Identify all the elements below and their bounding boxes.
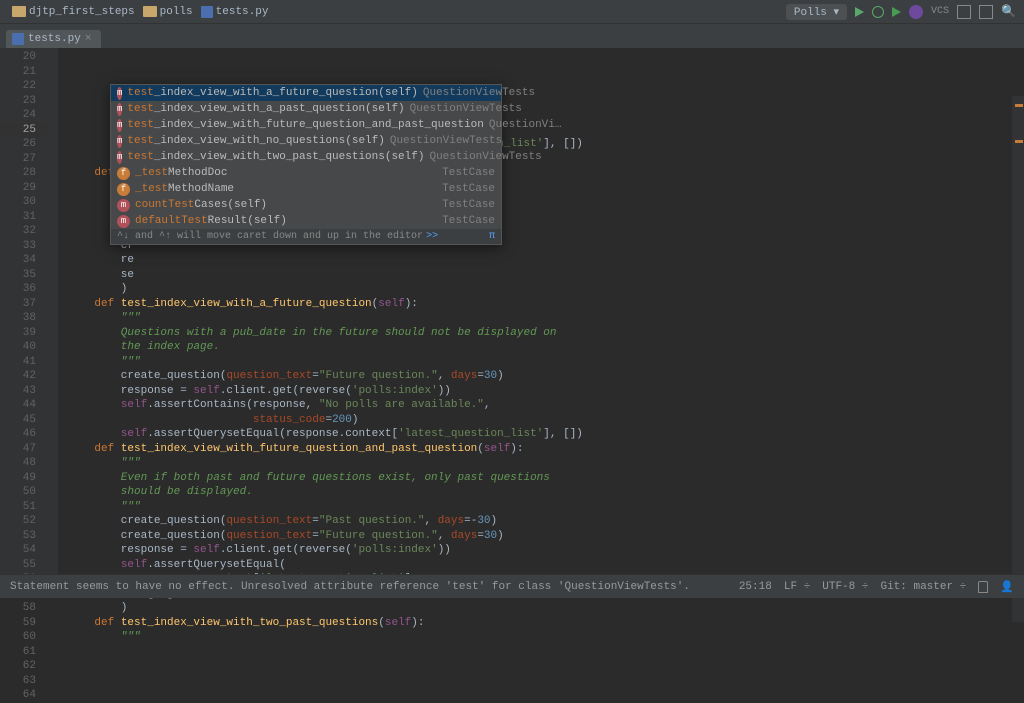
run-icon[interactable] (855, 7, 864, 17)
caret-position[interactable]: 25:18 (739, 581, 772, 593)
redo-icon[interactable] (979, 5, 993, 19)
debug-icon[interactable] (872, 6, 884, 18)
autocomplete-item[interactable]: f_testMethodNameTestCase (111, 181, 501, 197)
status-message: Statement seems to have no effect. Unres… (10, 581, 727, 593)
close-tab-icon[interactable]: × (85, 33, 92, 45)
autocomplete-item[interactable]: mdefaultTestResult(self)TestCase (111, 213, 501, 229)
ide-icon[interactable] (909, 5, 923, 19)
undo-icon[interactable] (957, 5, 971, 19)
status-bar: Statement seems to have no effect. Unres… (0, 574, 1024, 598)
git-branch[interactable]: Git: master ÷ (880, 581, 966, 593)
autocomplete-item[interactable]: mtest_index_view_with_a_past_question(se… (111, 101, 501, 117)
tab-label: tests.py (28, 33, 81, 45)
toolbar: djtp_first_steps polls tests.py Polls ▾ … (0, 0, 1024, 24)
status-extra-icon[interactable]: 👤 (1000, 580, 1014, 594)
lock-icon[interactable] (978, 581, 988, 593)
python-file-icon (201, 6, 213, 18)
run-config-selector[interactable]: Polls ▾ (786, 4, 847, 20)
autocomplete-popup[interactable]: mtest_index_view_with_a_future_question(… (110, 84, 502, 245)
search-icon[interactable]: 🔍 (1001, 4, 1016, 19)
error-stripe[interactable] (1012, 96, 1024, 622)
breadcrumb-folder[interactable]: polls (139, 6, 197, 18)
line-gutter: 2021222324252627282930313233343536373839… (0, 48, 48, 574)
breadcrumb-root[interactable]: djtp_first_steps (8, 6, 139, 18)
line-separator[interactable]: LF ÷ (784, 581, 810, 593)
vcs-icon[interactable]: VCS (931, 6, 949, 17)
autocomplete-item[interactable]: mtest_index_view_with_a_future_question(… (111, 85, 501, 101)
folder-icon (143, 6, 157, 17)
autocomplete-item[interactable]: mtest_index_view_with_future_question_an… (111, 117, 501, 133)
encoding[interactable]: UTF-8 ÷ (822, 581, 868, 593)
editor-tab-bar: tests.py × (0, 24, 1024, 48)
run-coverage-icon[interactable] (892, 7, 901, 17)
tab-tests[interactable]: tests.py × (6, 30, 101, 48)
autocomplete-hint: ^↓ and ^↑ will move caret down and up in… (111, 229, 501, 244)
autocomplete-item[interactable]: mcountTestCases(self)TestCase (111, 197, 501, 213)
autocomplete-item[interactable]: mtest_index_view_with_no_questions(self)… (111, 133, 501, 149)
folder-icon (12, 6, 26, 17)
autocomplete-item[interactable]: mtest_index_view_with_two_past_questions… (111, 149, 501, 165)
marker-strip (48, 48, 58, 574)
breadcrumb-file[interactable]: tests.py (197, 6, 273, 18)
python-file-icon (12, 33, 24, 45)
autocomplete-item[interactable]: f_testMethodDocTestCase (111, 165, 501, 181)
